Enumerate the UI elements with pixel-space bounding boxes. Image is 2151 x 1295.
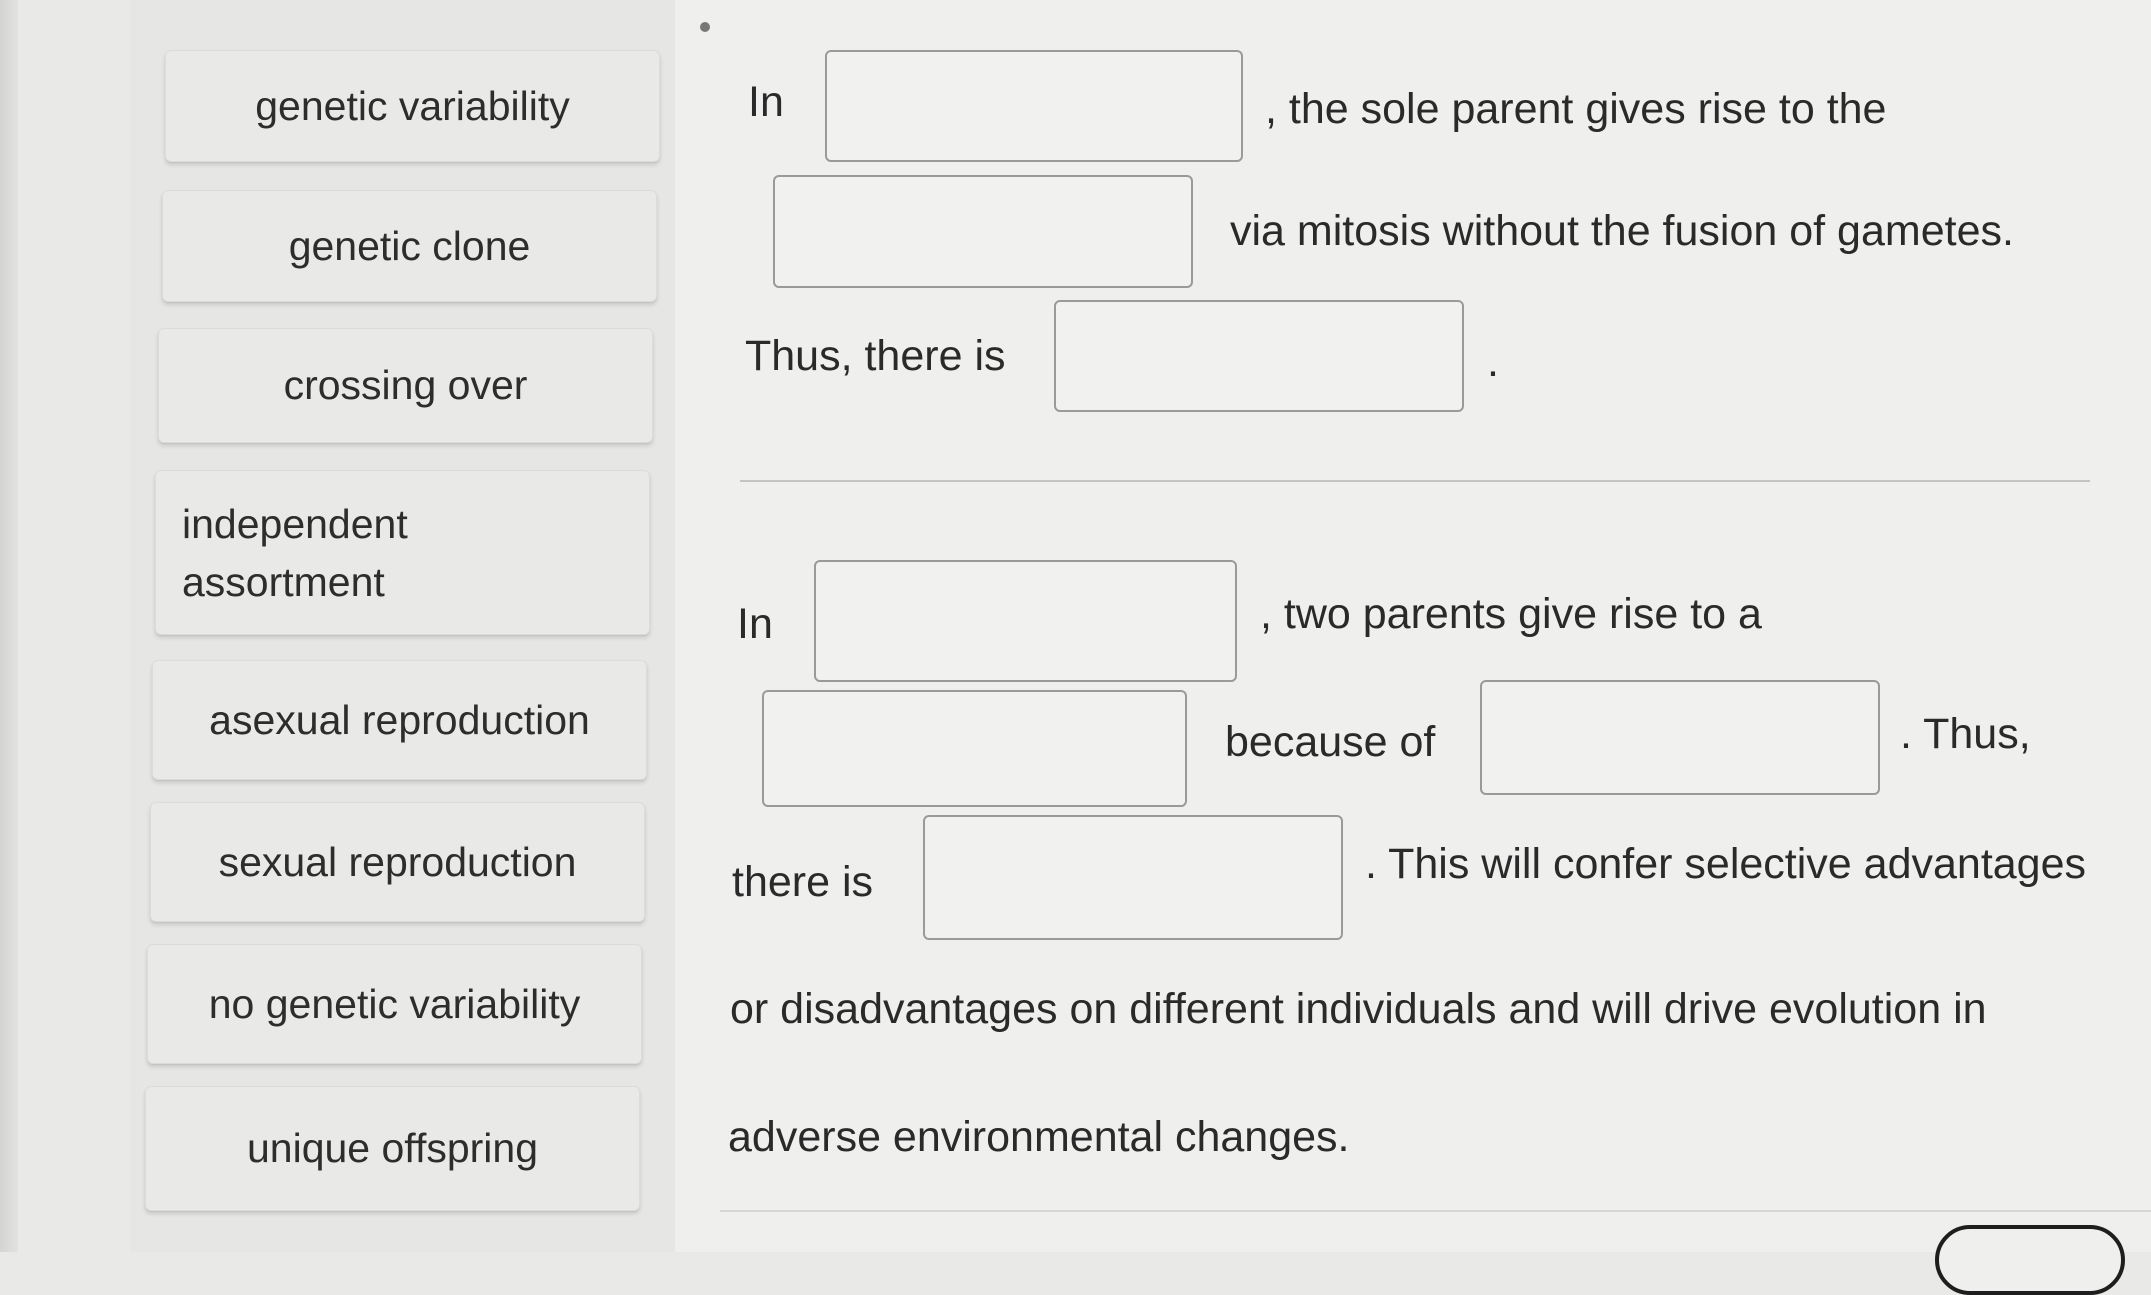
p2-text-because-of: because of [1225,718,1436,766]
p2-text-selective-advantages: . This will confer selective advantages [1365,840,2087,888]
p2-drop-blank-1[interactable] [814,560,1237,682]
p1-drop-blank-2[interactable] [773,175,1193,288]
p2-text-disadvantages: or disadvantages on different individual… [730,985,1987,1033]
word-tile-genetic-variability[interactable]: genetic variability [165,50,660,162]
p1-drop-blank-1[interactable] [825,50,1243,162]
word-tile-genetic-clone[interactable]: genetic clone [162,190,657,302]
p1-text-via-mitosis: via mitosis without the fusion of gamete… [1230,207,2014,255]
tile-label: asexual reproduction [209,696,590,743]
marker-dot [700,22,710,32]
p2-drop-blank-3[interactable] [1480,680,1880,795]
p1-text-thus-there-is: Thus, there is [745,332,1006,380]
word-tile-crossing-over[interactable]: crossing over [158,328,653,443]
tile-label: crossing over [283,362,528,408]
p2-drop-blank-2[interactable] [762,690,1187,807]
tile-label: genetic variability [255,82,570,129]
p2-text-there-is: there is [732,858,874,906]
p2-text-in: In [737,600,773,648]
p2-drop-blank-4[interactable] [923,815,1343,940]
tile-label: sexual reproduction [218,838,577,885]
word-tile-independent-assortment[interactable]: independent assortment [155,470,650,635]
tile-label: unique offspring [246,1125,539,1171]
tile-label: no genetic variability [208,980,581,1027]
p2-text-adverse-changes: adverse environmental changes. [728,1113,1350,1161]
section-divider [740,480,2090,482]
p2-text-thus: . Thus, [1900,710,2031,758]
tile-label: genetic clone [288,222,531,269]
p1-text-period: . [1487,338,1499,386]
p1-drop-blank-3[interactable] [1054,300,1464,412]
partial-button[interactable] [1935,1225,2125,1295]
tile-label: independent assortment [182,500,408,605]
p1-text-in: In [748,78,784,126]
word-tile-unique-offspring[interactable]: unique offspring [145,1086,640,1211]
word-tile-no-genetic-variability[interactable]: no genetic variability [147,944,642,1064]
word-tile-sexual-reproduction[interactable]: sexual reproduction [150,802,645,922]
p2-text-two-parents: , two parents give rise to a [1260,590,1762,638]
bottom-divider [720,1210,2151,1212]
word-tile-asexual-reproduction[interactable]: asexual reproduction [152,660,647,780]
left-edge [0,0,18,1252]
p1-text-sole-parent: , the sole parent gives rise to the [1265,85,1887,133]
